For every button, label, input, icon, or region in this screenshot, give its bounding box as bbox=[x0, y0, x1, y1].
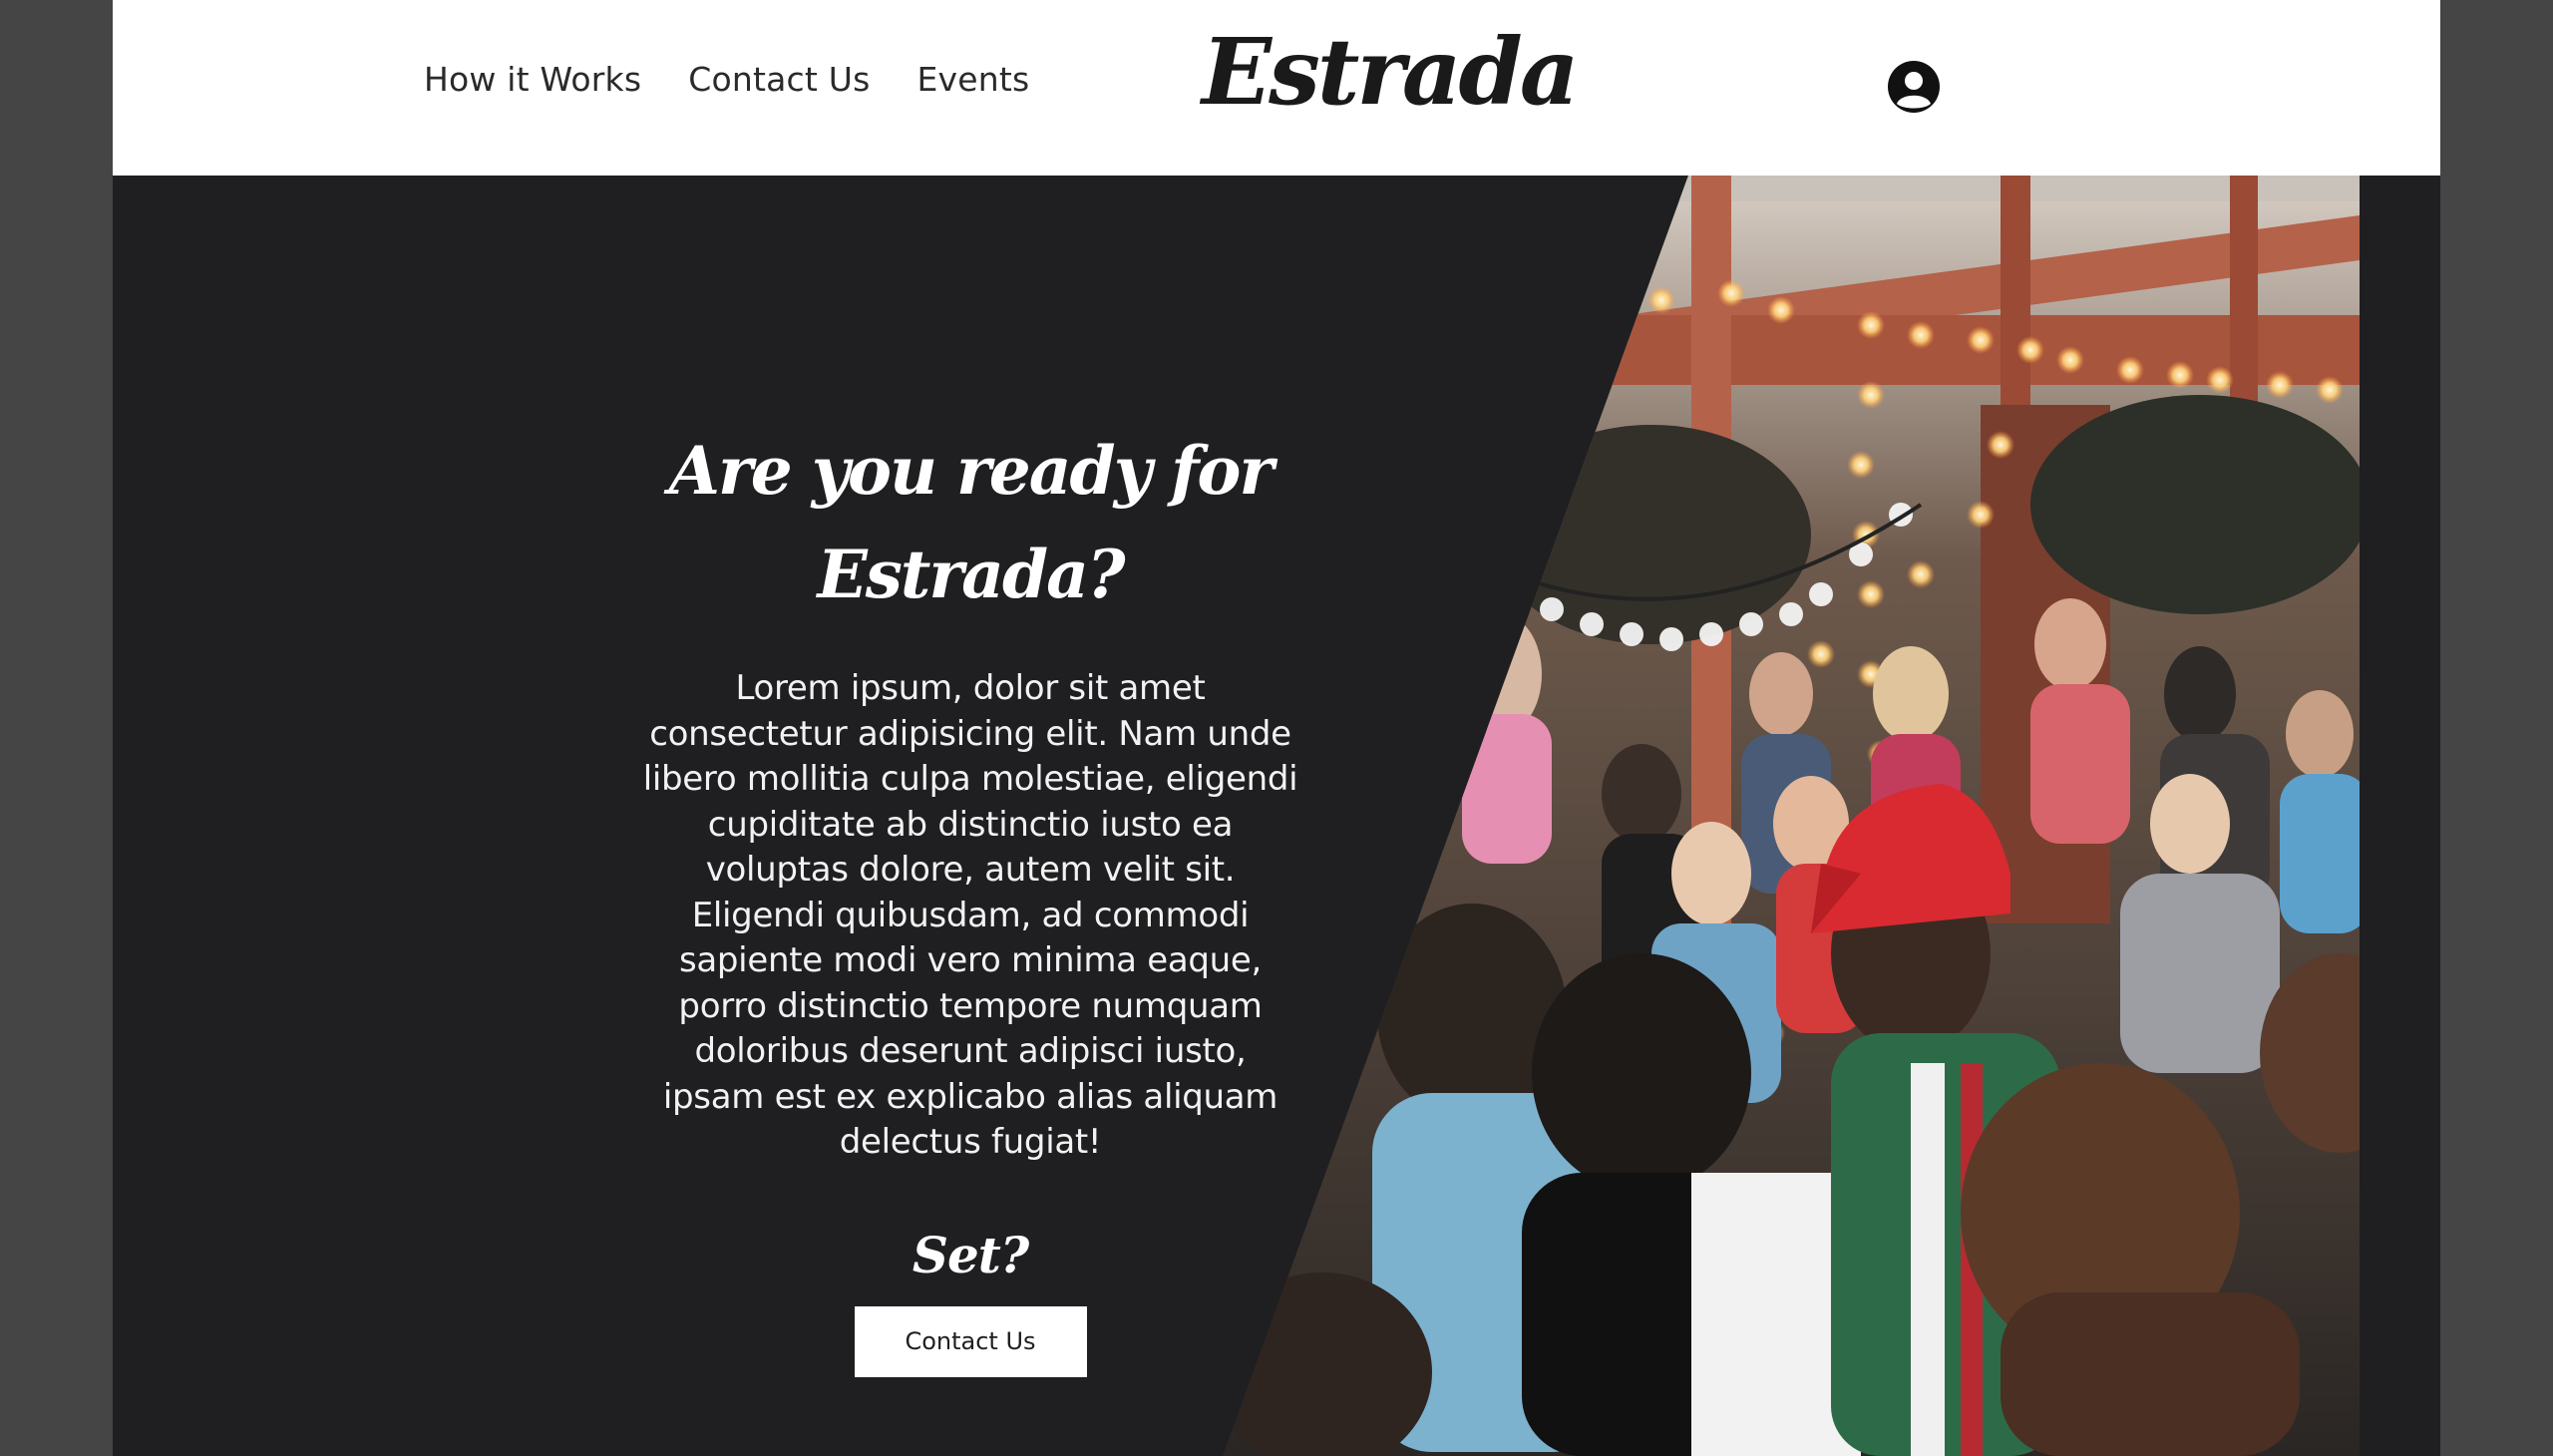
hero-title-line1: Are you ready for bbox=[668, 432, 1274, 510]
contact-us-button[interactable]: Contact Us bbox=[854, 1305, 1087, 1377]
page-frame: How it Works Contact Us Events Estrada A… bbox=[113, 0, 2440, 1456]
hero-title-line2: Estrada? bbox=[817, 536, 1125, 613]
nav-link-contact-us[interactable]: Contact Us bbox=[688, 60, 870, 99]
nav-link-events[interactable]: Events bbox=[916, 60, 1029, 99]
main-nav: How it Works Contact Us Events bbox=[424, 60, 1029, 99]
hero-body-text: Lorem ipsum, dolor sit amet consectetur … bbox=[642, 668, 1298, 1162]
set-label: Set? bbox=[912, 1225, 1029, 1284]
user-circle-icon[interactable] bbox=[1887, 60, 1941, 114]
nav-link-how-it-works[interactable]: How it Works bbox=[424, 60, 641, 99]
top-navigation-bar: How it Works Contact Us Events Estrada bbox=[113, 0, 2440, 176]
brand-logo[interactable]: Estrada bbox=[1202, 26, 1579, 118]
hero-section: Are you ready for Estrada? Lorem ipsum, … bbox=[532, 419, 1409, 1377]
hero-title: Are you ready for Estrada? bbox=[532, 419, 1409, 626]
